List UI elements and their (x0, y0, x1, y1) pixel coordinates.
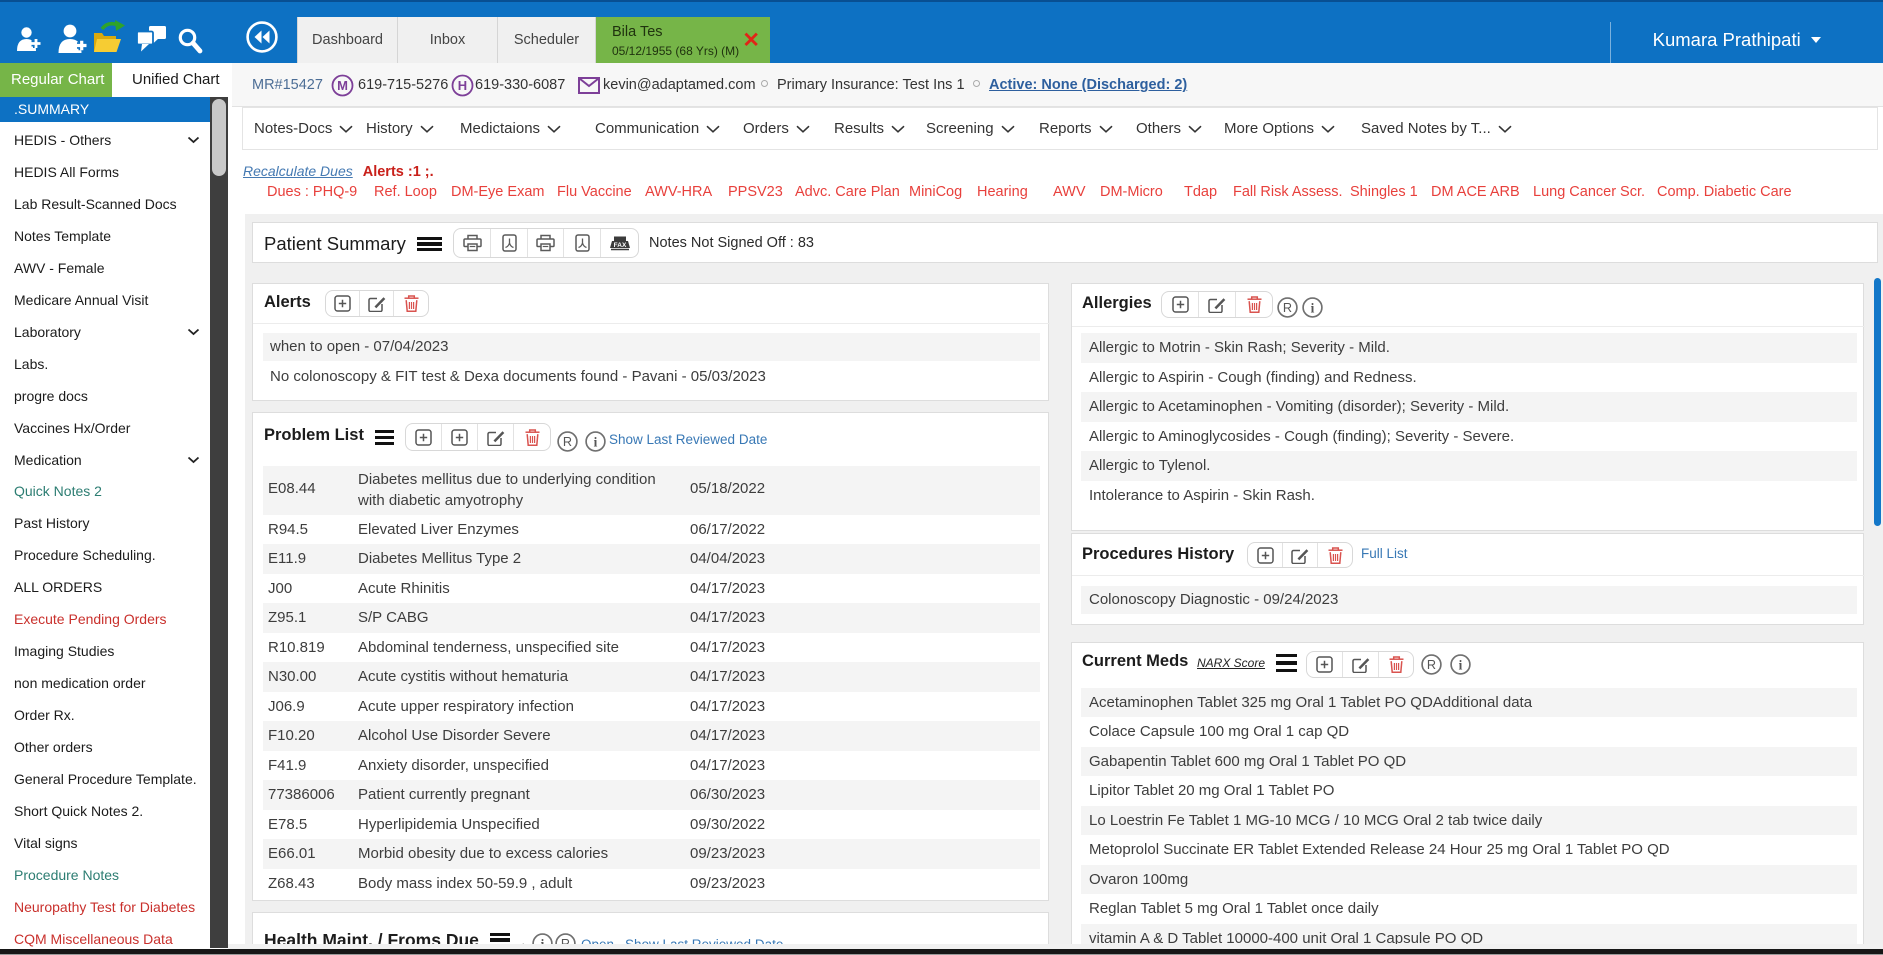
svg-text:i: i (1459, 657, 1463, 672)
svg-text:H: H (458, 78, 467, 93)
svg-text:R: R (563, 434, 572, 449)
svg-text:i: i (1311, 300, 1315, 315)
svg-text:M: M (337, 78, 348, 93)
svg-text:R: R (1427, 657, 1436, 672)
svg-text:i: i (594, 434, 598, 449)
svg-text:FAX: FAX (613, 242, 626, 249)
svg-text:R: R (1283, 300, 1292, 315)
